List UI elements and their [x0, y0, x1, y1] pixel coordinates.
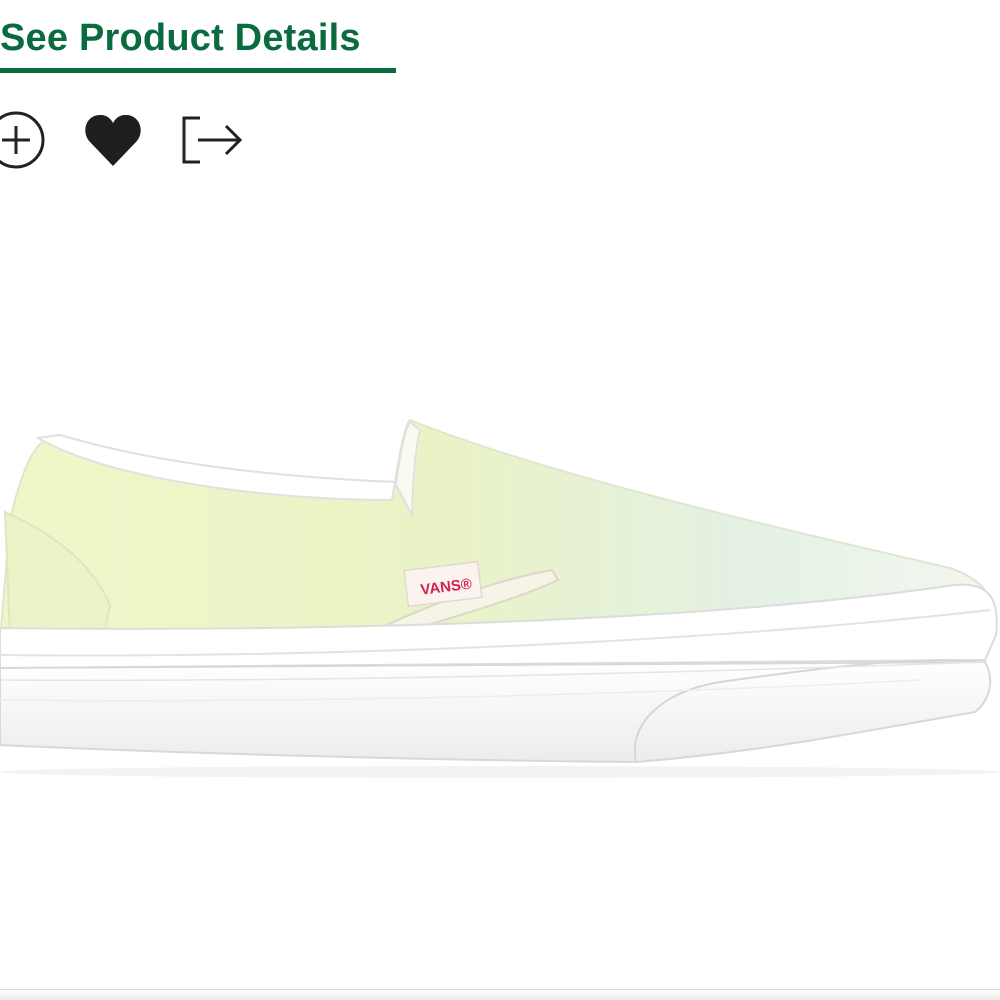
shoe-illustration: VANS® — [0, 418, 1000, 778]
product-image: VANS® — [0, 400, 1000, 780]
add-icon — [0, 111, 45, 169]
page-bottom-divider — [0, 989, 1000, 1000]
share-icon — [182, 116, 243, 164]
add-button[interactable] — [0, 108, 46, 172]
heart-icon — [85, 114, 141, 166]
details-link-underline — [0, 68, 396, 73]
share-button[interactable] — [178, 108, 246, 172]
favorite-button[interactable] — [82, 108, 144, 172]
see-product-details-link[interactable]: See Product Details — [0, 14, 361, 62]
